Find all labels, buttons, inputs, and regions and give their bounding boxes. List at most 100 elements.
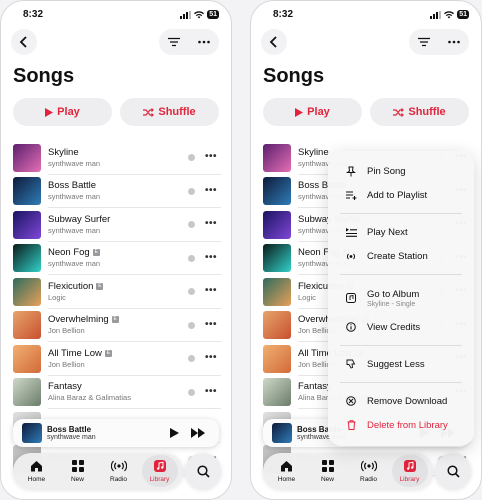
tab-label: Home — [27, 475, 46, 483]
downloaded-icon — [188, 254, 195, 262]
song-row[interactable]: Boss Battlesynthwave man ••• — [13, 175, 221, 208]
song-row[interactable]: OverwhelmingE Jon Bellion ••• — [13, 309, 221, 342]
menu-item-label: Add to Playlist — [367, 189, 428, 201]
menu-item-sublabel: Skyline - Single — [367, 300, 416, 308]
more-options-icon[interactable] — [198, 40, 210, 44]
tab-new[interactable]: New — [310, 455, 346, 487]
explicit-badge-icon: E — [111, 316, 119, 324]
mini-player-artwork — [272, 423, 292, 443]
mini-player-artwork — [22, 423, 42, 443]
menu-item-remove-download[interactable]: Remove Download — [328, 389, 474, 413]
song-more-icon[interactable]: ••• — [205, 285, 217, 296]
more-options-icon[interactable] — [448, 40, 460, 44]
wifi-icon — [194, 10, 205, 18]
song-more-icon[interactable]: ••• — [205, 218, 217, 229]
back-button[interactable] — [261, 29, 287, 55]
menu-item-create-station[interactable]: Create Station — [328, 244, 474, 268]
downloaded-icon — [188, 388, 195, 396]
song-artwork — [13, 378, 41, 407]
menu-separator — [340, 345, 462, 346]
downloaded-icon — [188, 288, 195, 295]
explicit-badge-icon: E — [96, 282, 104, 290]
song-artist: synthwave man — [48, 158, 101, 168]
play-icon — [295, 107, 304, 117]
song-artwork — [13, 311, 41, 340]
tab-home[interactable]: Home — [269, 455, 305, 487]
tab-library[interactable]: Library — [391, 455, 428, 487]
play-icon[interactable] — [170, 428, 179, 438]
sort-filter-icon[interactable] — [418, 37, 430, 47]
song-artwork — [13, 143, 41, 172]
song-more-icon[interactable]: ••• — [205, 352, 217, 363]
shuffle-button[interactable]: Shuffle — [120, 98, 219, 126]
tab-new[interactable]: New — [60, 455, 96, 487]
song-artwork — [13, 177, 41, 206]
song-row[interactable]: Skylinesynthwave man ••• — [13, 141, 221, 175]
song-more-icon[interactable]: ••• — [205, 151, 217, 162]
menu-item-label: Suggest Less — [367, 358, 425, 370]
song-more-icon[interactable]: ••• — [205, 319, 217, 330]
menu-item-play-next[interactable]: Play Next — [328, 220, 474, 244]
song-title: Skyline — [298, 146, 329, 158]
song-artwork — [13, 277, 41, 306]
song-row[interactable]: Neon FogEsynthwave man ••• — [13, 242, 221, 275]
tab-label: Library — [399, 475, 420, 483]
song-artist: Logic — [48, 292, 66, 302]
play-button[interactable]: Play — [13, 98, 112, 126]
menu-item-pin-song[interactable]: Pin Song — [328, 159, 474, 183]
shuffle-button[interactable]: Shuffle — [370, 98, 469, 126]
song-artist: Jon Bellion — [48, 359, 85, 369]
add-playlist-icon — [344, 190, 358, 200]
search-button[interactable] — [435, 453, 471, 489]
fast-forward-icon[interactable] — [191, 428, 205, 438]
downloaded-icon — [188, 187, 195, 195]
menu-item-suggest-less[interactable]: Suggest Less — [328, 352, 474, 376]
menu-item-label: Remove Download — [367, 395, 448, 407]
song-row[interactable]: Subway Surfersynthwave man ••• — [13, 208, 221, 242]
play-controls: Play Shuffle — [13, 98, 219, 126]
tab-radio[interactable]: Radio — [351, 455, 387, 487]
play-button[interactable]: Play — [263, 98, 362, 126]
song-more-icon[interactable]: ••• — [205, 185, 217, 196]
tab-home[interactable]: Home — [19, 455, 55, 487]
header-actions — [409, 29, 469, 55]
song-row[interactable]: FantasyAlina Baraz & Galimatias ••• — [13, 376, 221, 409]
tab-radio[interactable]: Radio — [101, 455, 137, 487]
back-button[interactable] — [11, 29, 37, 55]
song-row[interactable]: FlexicutionE Logic ••• — [13, 275, 221, 309]
song-artwork — [13, 344, 41, 373]
song-artwork — [263, 177, 291, 206]
search-icon — [446, 464, 460, 478]
cellular-signal-icon — [180, 10, 192, 19]
song-artist: Jon Bellion — [48, 326, 85, 336]
song-row[interactable]: All Time LowE Jon Bellion ••• — [13, 342, 221, 376]
song-title: Skyline — [48, 146, 79, 158]
search-button[interactable] — [185, 453, 221, 489]
song-more-icon[interactable]: ••• — [205, 386, 217, 397]
cellular-signal-icon — [430, 10, 442, 19]
explicit-badge-icon: E — [92, 249, 100, 257]
play-next-icon — [344, 227, 358, 237]
song-title: All Time Low — [48, 347, 102, 359]
downloaded-icon — [188, 355, 195, 362]
menu-item-view-credits[interactable]: View Credits — [328, 315, 474, 339]
song-title: Fantasy — [48, 381, 82, 393]
mini-player[interactable]: Boss Battle synthwave man — [13, 419, 219, 447]
menu-separator — [340, 213, 462, 214]
phone-screen-list: 8:32 51 Songs Play Shuffle Skyline synthw… — [0, 0, 232, 500]
sort-filter-icon[interactable] — [168, 37, 180, 47]
header-actions — [159, 29, 219, 55]
tab-label: Radio — [110, 475, 127, 483]
menu-item-add-to-playlist[interactable]: Add to Playlist — [328, 183, 474, 207]
shuffle-button-label: Shuffle — [408, 106, 446, 118]
menu-item-go-to-album[interactable]: Go to Album Skyline - Single — [328, 281, 474, 315]
trash-icon — [344, 420, 358, 430]
song-artwork — [13, 210, 41, 239]
tab-library[interactable]: Library — [141, 455, 178, 487]
menu-item-label: Pin Song — [367, 165, 406, 177]
page-title: Songs — [263, 65, 325, 87]
song-more-icon[interactable]: ••• — [205, 252, 217, 263]
mini-player-title: Boss Battle — [47, 425, 92, 434]
menu-item-delete-from-library[interactable]: Delete from Library — [328, 413, 474, 437]
chevron-left-icon — [269, 36, 277, 48]
